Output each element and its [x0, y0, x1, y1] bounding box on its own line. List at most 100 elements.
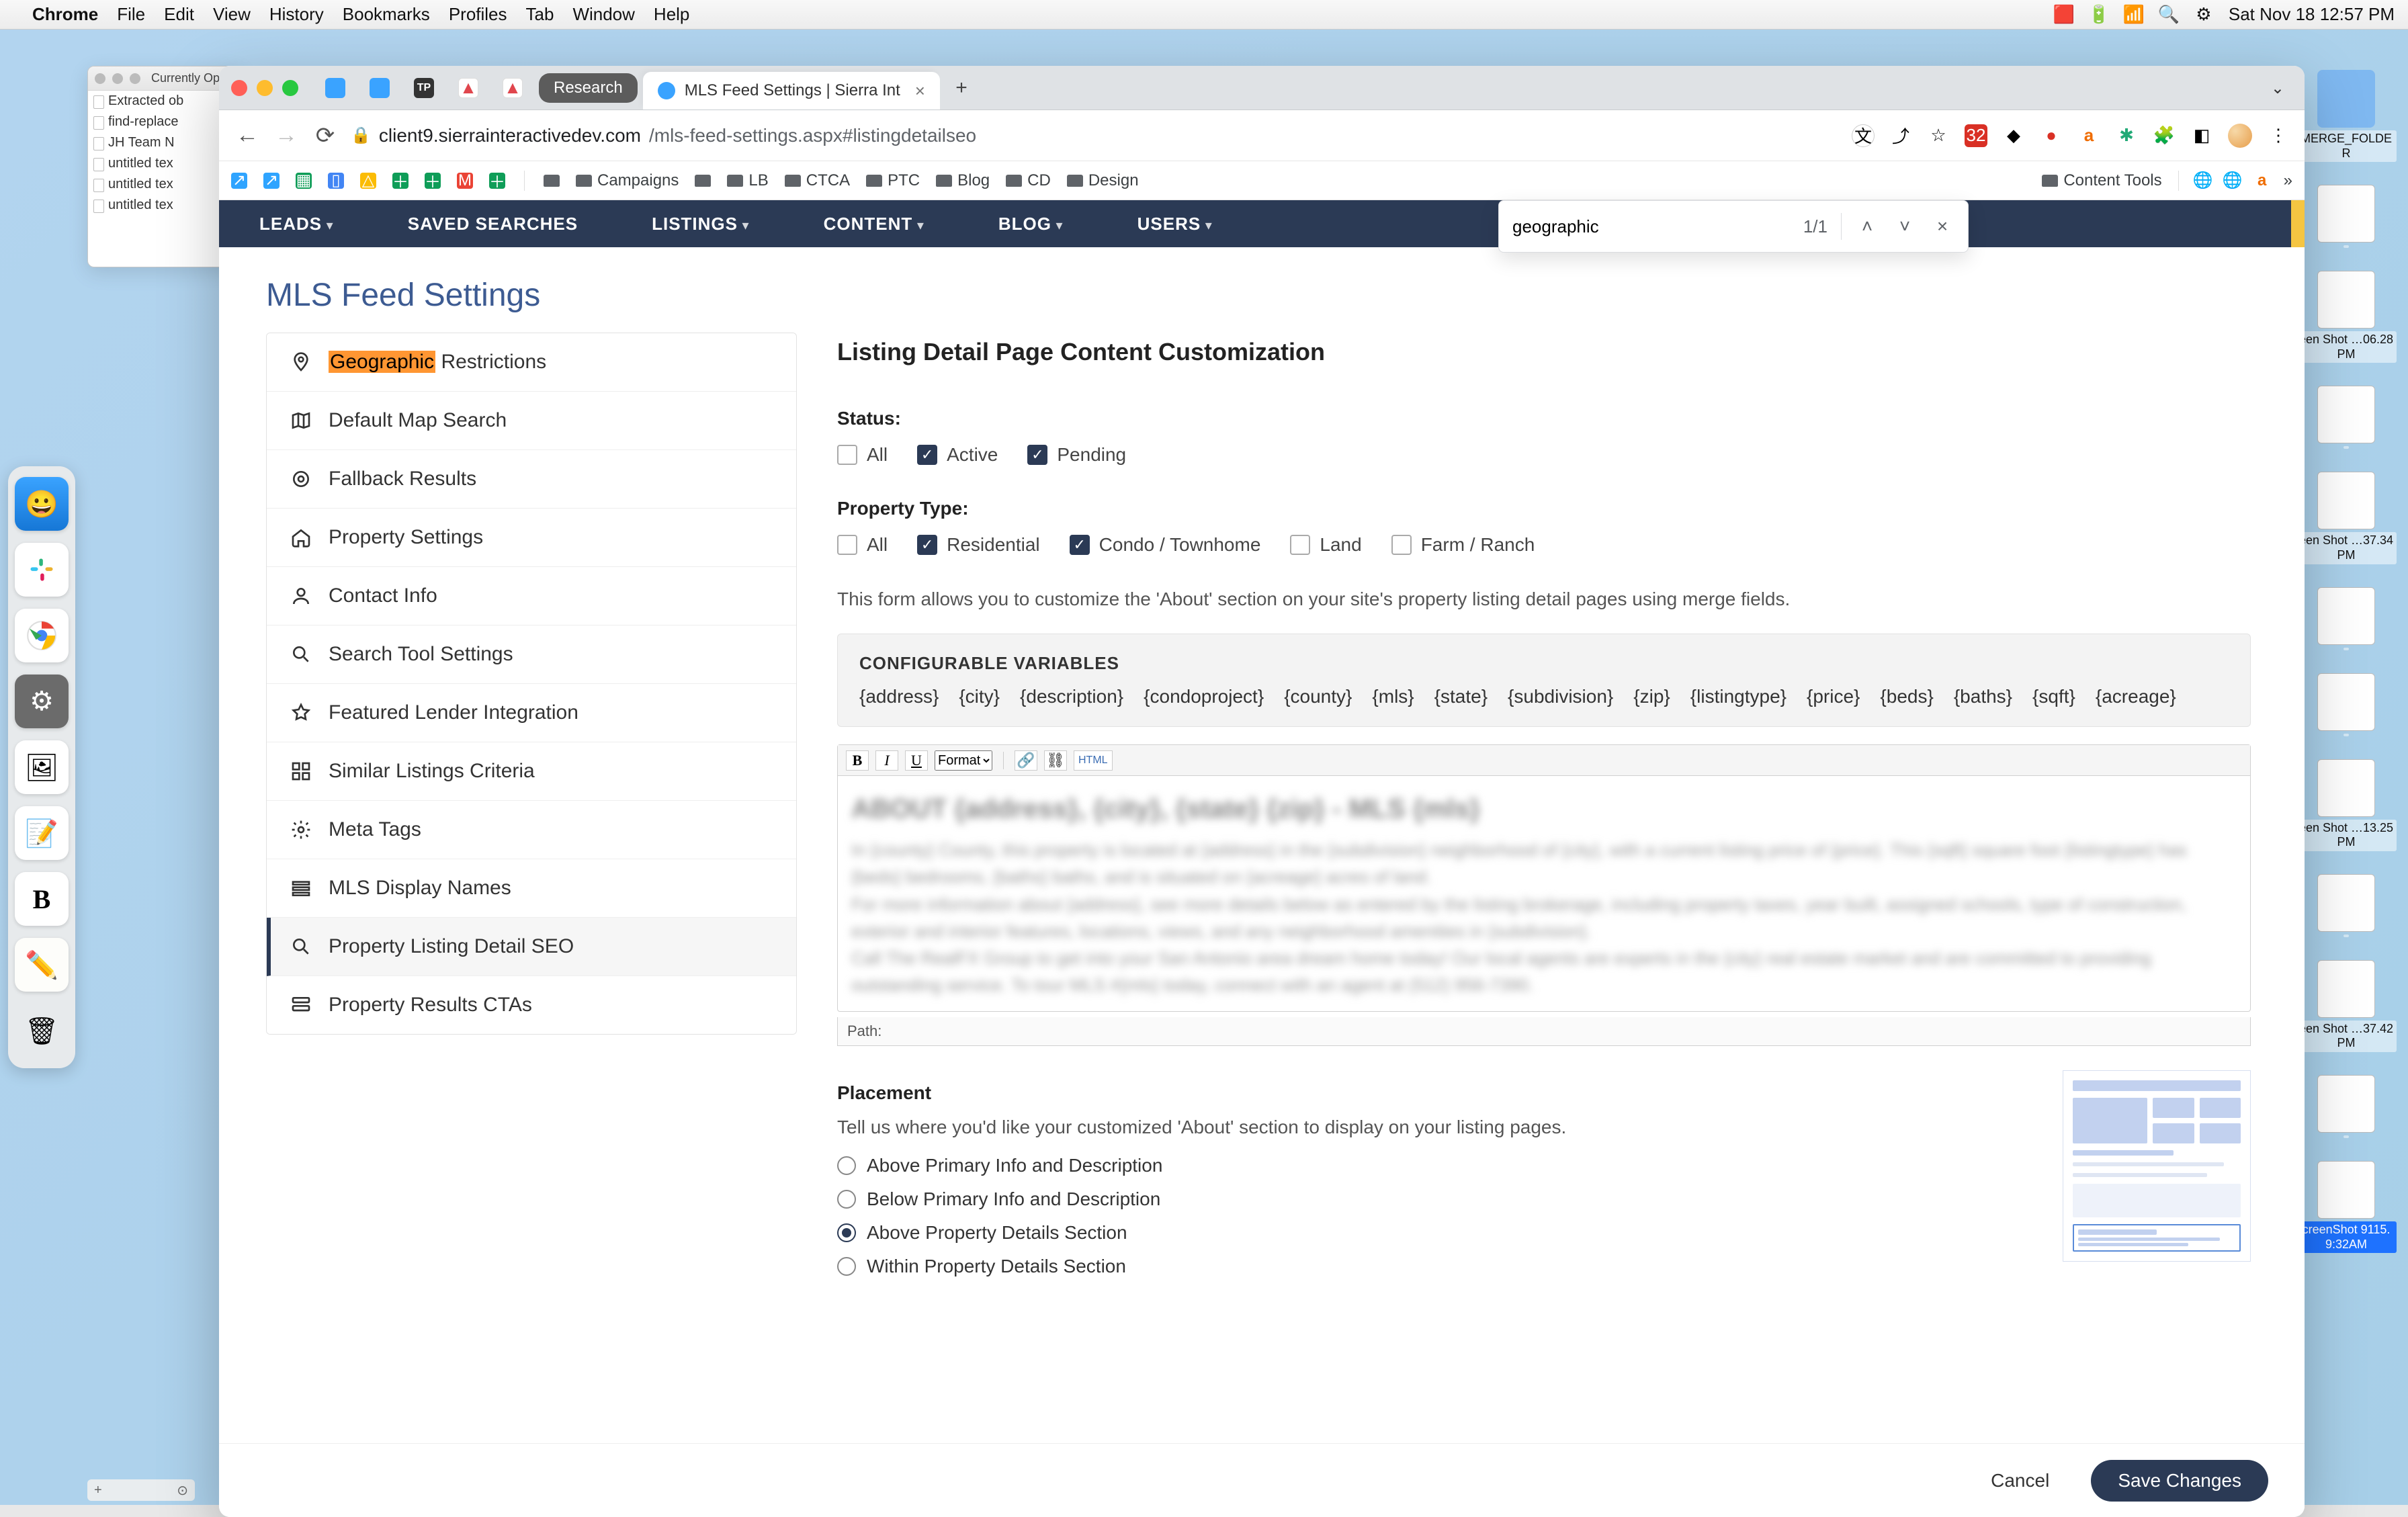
bookmark[interactable]: a [2254, 173, 2270, 189]
window-traffic-lights[interactable] [231, 80, 298, 96]
translate-icon[interactable]: 文 [1852, 124, 1875, 147]
bookmark-folder[interactable]: CD [1006, 171, 1051, 190]
bgwin-add-icon[interactable]: + [94, 1483, 102, 1498]
find-next-button[interactable]: ˅ [1893, 216, 1917, 237]
menubar-app-name[interactable]: Chrome [32, 4, 98, 25]
desktop-file[interactable]: een Shot …06.28 PM [2296, 271, 2397, 363]
sidenav-featured-lender[interactable]: Featured Lender Integration [267, 684, 796, 742]
bgwin-file[interactable]: untitled tex [88, 153, 241, 174]
sidenav-mls-display-names[interactable]: MLS Display Names [267, 859, 796, 918]
desktop-file[interactable] [2317, 185, 2375, 248]
desktop-file[interactable]: creenShot 9115.9:32AM [2296, 1161, 2397, 1253]
underline-button[interactable]: U [905, 750, 928, 771]
merge-variable[interactable]: {subdivision} [1508, 686, 1613, 707]
italic-button[interactable]: I [875, 750, 898, 771]
merge-variable[interactable]: {acreage} [2096, 686, 2176, 707]
bookmark-folder[interactable]: Design [1067, 171, 1139, 190]
merge-variable[interactable]: {city} [959, 686, 1000, 707]
sidenav-meta-tags[interactable]: Meta Tags [267, 801, 796, 859]
bookmark[interactable]: ↗ [231, 173, 247, 189]
sidenav-geographic-restrictions[interactable]: Geographic Restrictions [267, 333, 796, 392]
dock-slack-icon[interactable] [15, 543, 69, 597]
bgwin-file[interactable]: find-replace [88, 112, 241, 132]
dock-chrome-icon[interactable] [15, 609, 69, 662]
find-input[interactable] [1512, 216, 1790, 237]
pinned-tab[interactable]: TP [403, 71, 445, 105]
menu-profiles[interactable]: Profiles [449, 4, 507, 25]
share-icon[interactable]: ⤴ [1889, 124, 1912, 147]
menubar-snagit-icon[interactable]: 🟥 [2054, 5, 2074, 25]
bookmark-folder[interactable]: LB [727, 171, 768, 190]
app-primary-nav[interactable]: LEADS SAVED SEARCHES LISTINGS CONTENT BL… [219, 200, 2305, 247]
save-button[interactable]: Save Changes [2091, 1460, 2268, 1502]
menu-window[interactable]: Window [572, 4, 634, 25]
dock-finder-icon[interactable]: 😀 [15, 477, 69, 531]
extension-icon[interactable]: ◆ [2002, 124, 2025, 147]
bgwin-file[interactable]: untitled tex [88, 174, 241, 195]
link-button[interactable]: 🔗 [1015, 750, 1037, 771]
extension-calendar-icon[interactable]: 32 [1965, 124, 1987, 147]
bookmark-folder[interactable]: Blog [936, 171, 990, 190]
sidenav-property-results-ctas[interactable]: Property Results CTAs [267, 976, 796, 1034]
menubar-battery-icon[interactable]: 🔋 [2089, 5, 2109, 25]
close-tab-icon[interactable]: × [915, 81, 925, 101]
menubar-datetime[interactable]: Sat Nov 18 12:57 PM [2229, 4, 2395, 25]
status-all[interactable]: All [837, 444, 888, 466]
sidenav-fallback-results[interactable]: Fallback Results [267, 450, 796, 509]
editor-body[interactable]: ABOUT {address}, {city}, {state} {zip} -… [838, 776, 2250, 1011]
menu-edit[interactable]: Edit [164, 4, 194, 25]
status-active[interactable]: Active [917, 444, 998, 466]
status-pending[interactable]: Pending [1027, 444, 1126, 466]
desktop-file[interactable] [2317, 1075, 2375, 1138]
bookmark-folder[interactable] [544, 175, 560, 187]
merge-variable[interactable]: {address} [859, 686, 939, 707]
tabs-overflow-icon[interactable]: ⌄ [2271, 79, 2284, 97]
nav-listings[interactable]: LISTINGS [652, 214, 750, 234]
bookmark[interactable]: ▯ [328, 173, 344, 189]
chrome-menu-icon[interactable]: ⋮ [2267, 124, 2290, 147]
menu-file[interactable]: File [117, 4, 145, 25]
nav-content[interactable]: CONTENT [824, 214, 924, 234]
cancel-button[interactable]: Cancel [1964, 1460, 2076, 1502]
dock-bbedit-icon[interactable]: B [15, 872, 69, 926]
side-panel-icon[interactable]: ◧ [2190, 124, 2213, 147]
menubar-wifi-icon[interactable]: 📶 [2124, 5, 2144, 25]
menubar-control-center-icon[interactable]: ⚙ [2194, 5, 2214, 25]
desktop-file[interactable]: een Shot …37.42 PM [2296, 960, 2397, 1052]
desktop-folder[interactable]: MERGE_FOLDER [2296, 70, 2397, 162]
bookmark[interactable]: ↗ [263, 173, 280, 189]
bookmark-folder[interactable]: Campaigns [576, 171, 679, 190]
sidenav-similar-listings[interactable]: Similar Listings Criteria [267, 742, 796, 801]
extension-a-icon[interactable]: a [2077, 124, 2100, 147]
sidenav-search-tool-settings[interactable]: Search Tool Settings [267, 625, 796, 684]
tab-group-label[interactable]: Research [539, 73, 638, 103]
desktop-file[interactable]: een Shot …37.34 PM [2296, 472, 2397, 564]
reload-button[interactable]: ⟳ [312, 122, 339, 149]
menu-view[interactable]: View [213, 4, 251, 25]
merge-variable[interactable]: {price} [1807, 686, 1860, 707]
sidenav-property-listing-detail-seo[interactable]: Property Listing Detail SEO [267, 918, 796, 976]
merge-variable[interactable]: {beds} [1880, 686, 1933, 707]
merge-variable[interactable]: {sqft} [2032, 686, 2075, 707]
ptype-farm[interactable]: Farm / Ranch [1391, 534, 1535, 556]
menubar-spotlight-icon[interactable]: 🔍 [2159, 5, 2179, 25]
extensions-puzzle-icon[interactable]: 🧩 [2153, 124, 2176, 147]
unlink-button[interactable]: ⛓ [1044, 750, 1067, 771]
merge-variable[interactable]: {mls} [1372, 686, 1414, 707]
active-tab[interactable]: MLS Feed Settings | Sierra Int × [643, 72, 940, 110]
minimize-window-button[interactable] [257, 80, 273, 96]
pinned-tab[interactable] [314, 71, 356, 105]
new-tab-button[interactable]: + [948, 75, 975, 101]
bgwin-settings-icon[interactable]: ⊙ [177, 1482, 188, 1499]
sidenav-property-settings[interactable]: Property Settings [267, 509, 796, 567]
dock-preview-icon[interactable]: 🖼 [15, 740, 69, 794]
nav-users[interactable]: USERS [1137, 214, 1213, 234]
chrome-tab-strip[interactable]: TP ▲ ▲ Research MLS Feed Settings | Sier… [219, 66, 2305, 110]
sidenav-contact-info[interactable]: Contact Info [267, 567, 796, 625]
merge-variable[interactable]: {zip} [1633, 686, 1670, 707]
desktop-file[interactable]: een Shot …13.25 PM [2296, 759, 2397, 851]
merge-variable[interactable]: {state} [1434, 686, 1488, 707]
desktop-file[interactable] [2317, 673, 2375, 736]
dock-trash-icon[interactable]: 🗑 [15, 1004, 69, 1057]
bookmark[interactable]: △ [360, 173, 376, 189]
